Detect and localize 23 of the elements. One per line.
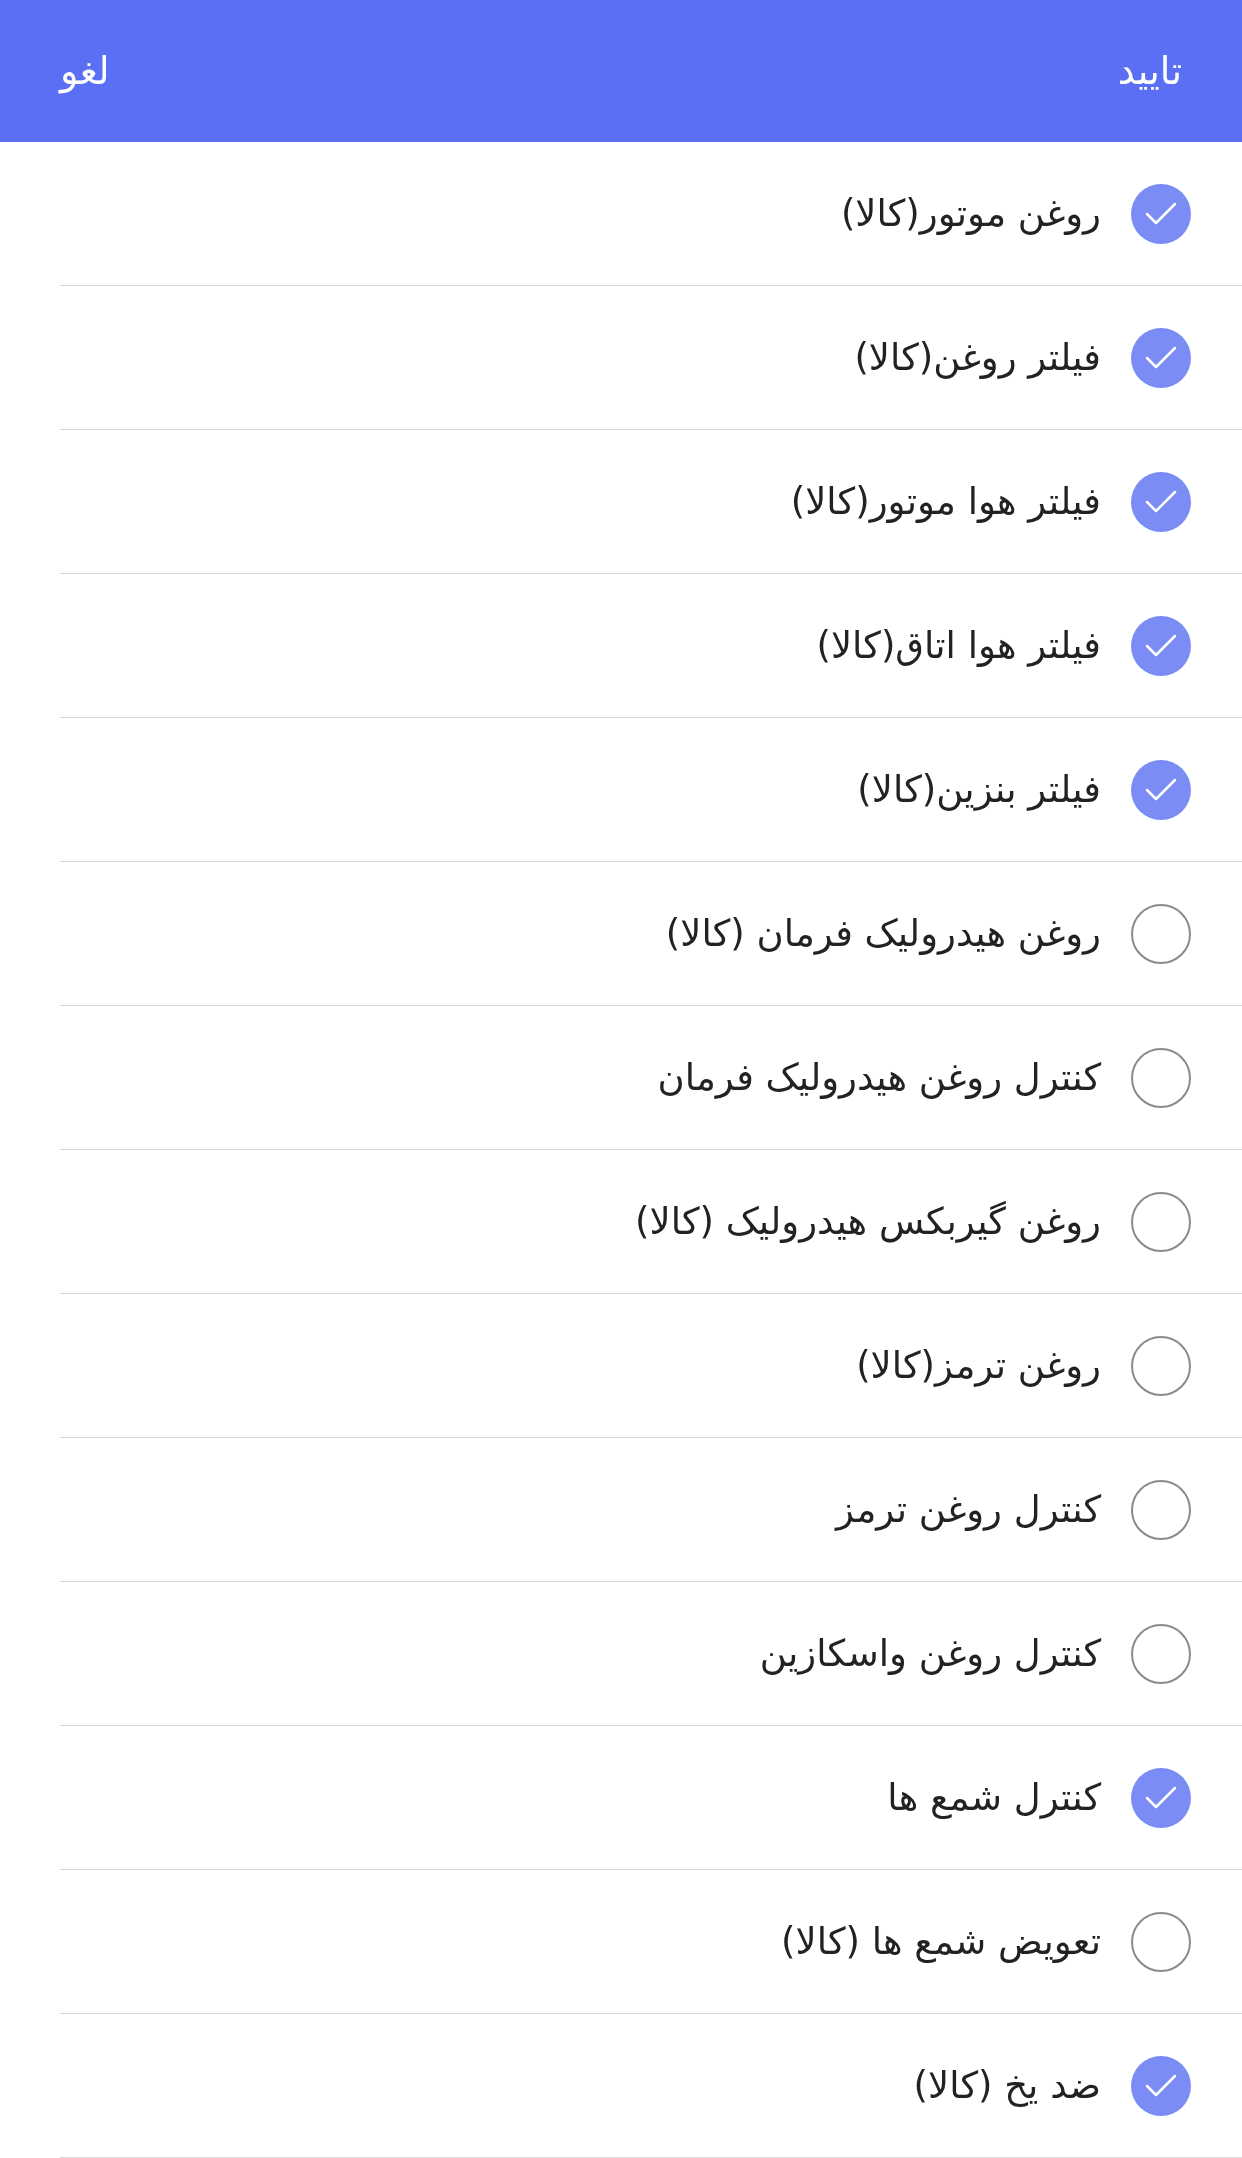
check-icon (1144, 200, 1178, 227)
check-icon (1144, 1784, 1178, 1811)
item-label: فیلتر هوا موتور(کالا) (790, 480, 1101, 523)
item-label: روغن گیربکس هیدرولیک (کالا) (635, 1200, 1101, 1243)
cancel-button[interactable]: لغو (60, 49, 110, 93)
item-label: تعویض شمع ها (کالا) (781, 1920, 1101, 1963)
item-label: فیلتر هوا اتاق(کالا) (816, 624, 1101, 667)
item-label: کنترل روغن واسکازین (759, 1632, 1101, 1675)
confirm-button[interactable]: تایید (1117, 49, 1182, 93)
item-label: ضد یخ (کالا) (913, 2064, 1101, 2107)
item-label: کنترل روغن هیدرولیک فرمان (657, 1056, 1101, 1099)
item-label: کنترل روغن ترمز (836, 1488, 1101, 1531)
item-label: فیلتر بنزین(کالا) (857, 768, 1101, 811)
item-label: روغن موتور(کالا) (840, 192, 1101, 235)
check-icon (1144, 776, 1178, 803)
check-icon (1144, 632, 1178, 659)
item-label: روغن هیدرولیک فرمان (کالا) (665, 912, 1101, 955)
check-icon (1144, 488, 1178, 515)
item-label: فیلتر روغن(کالا) (854, 336, 1101, 379)
item-label: کنترل شمع ها (887, 1776, 1101, 1819)
item-label: روغن ترمز(کالا) (856, 1344, 1101, 1387)
check-icon (1144, 2072, 1178, 2099)
check-icon (1144, 344, 1178, 371)
